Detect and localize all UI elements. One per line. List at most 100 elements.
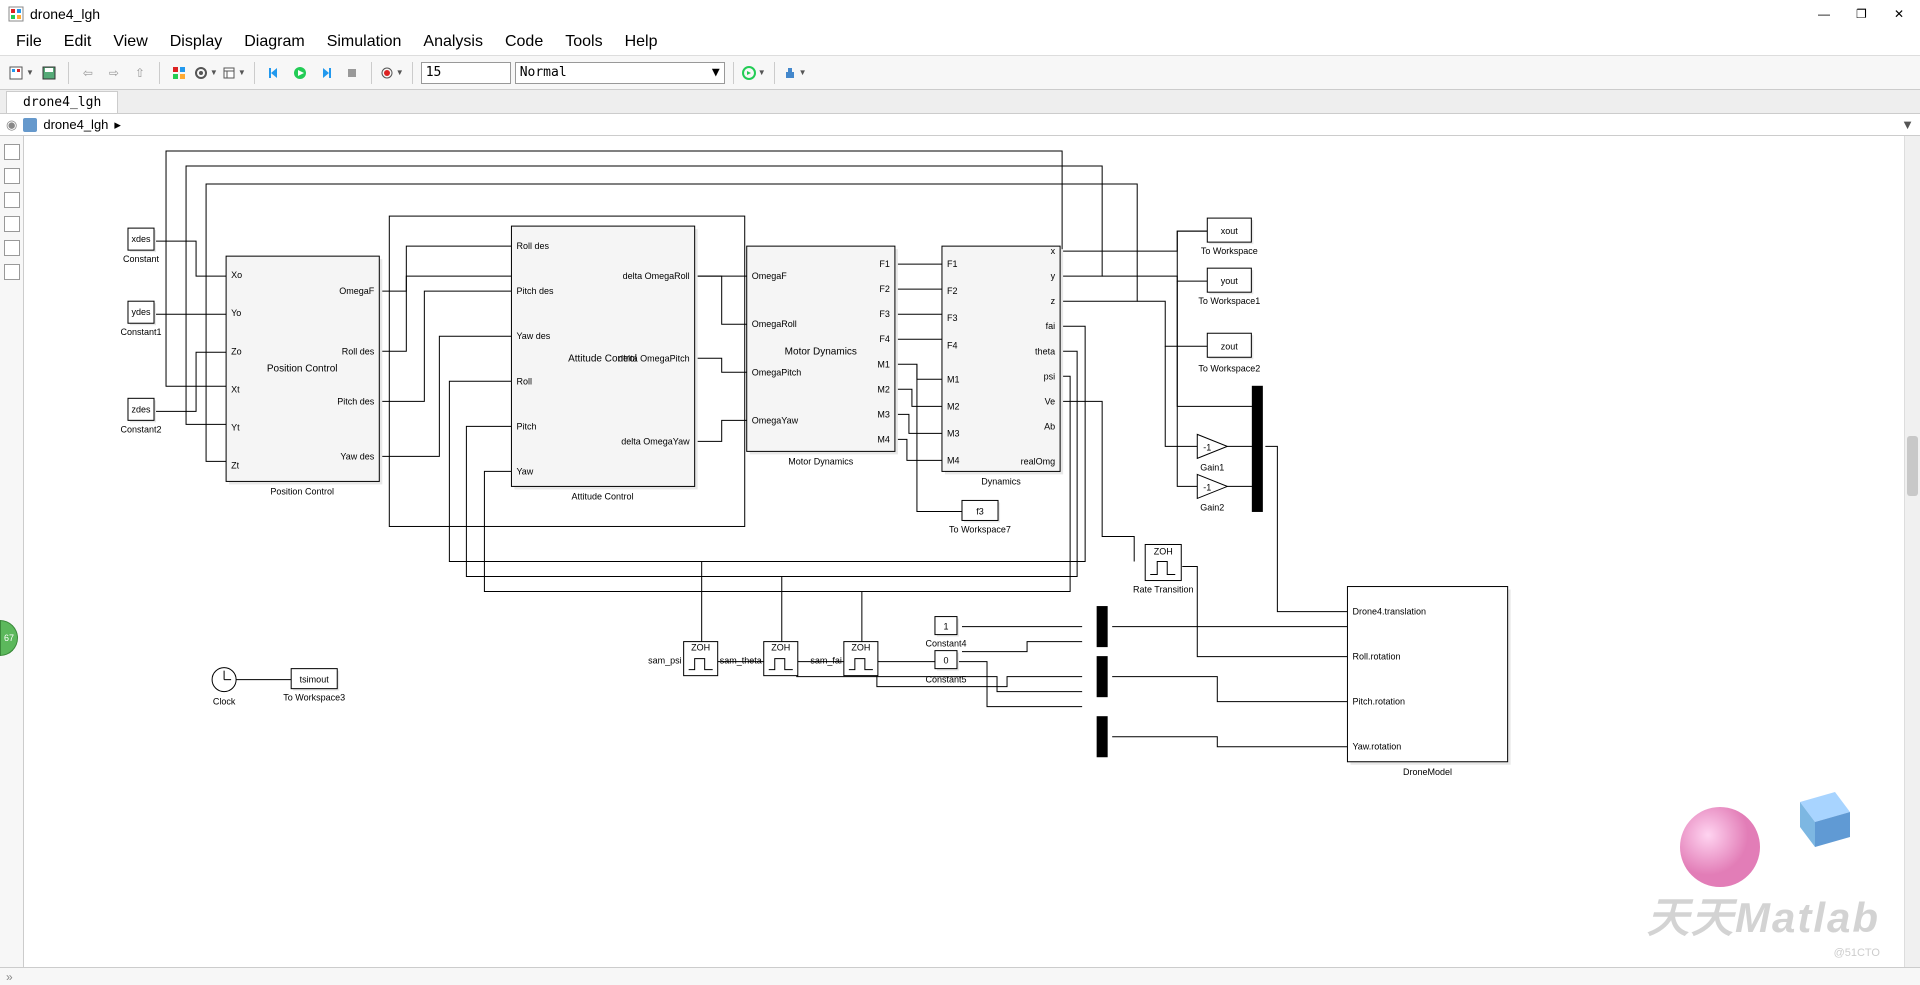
svg-text:F1: F1 xyxy=(879,259,890,269)
build-button[interactable]: ▼ xyxy=(783,66,807,80)
block-dronemodel[interactable]: Drone4.translation Roll.rotation Pitch.r… xyxy=(1347,587,1510,777)
svg-text:Pitch des: Pitch des xyxy=(337,396,375,406)
svg-text:M4: M4 xyxy=(877,434,890,444)
model-config-button[interactable]: ▼ xyxy=(194,66,218,80)
block-to-workspace-xout[interactable]: xout To Workspace xyxy=(1201,218,1258,256)
svg-text:OmegaPitch: OmegaPitch xyxy=(752,367,802,377)
svg-text:y: y xyxy=(1051,271,1056,281)
svg-text:0: 0 xyxy=(943,656,948,666)
svg-text:F2: F2 xyxy=(879,284,890,294)
palette-image-icon[interactable] xyxy=(4,240,20,256)
up-button[interactable]: ⇧ xyxy=(129,62,151,84)
save-button[interactable] xyxy=(38,62,60,84)
menu-view[interactable]: View xyxy=(103,31,157,53)
menu-file[interactable]: File xyxy=(6,31,52,53)
block-gain2[interactable]: -1 Gain2 xyxy=(1197,474,1227,512)
block-constant-xdes[interactable]: xdes Constant xyxy=(123,228,160,264)
stop-button[interactable] xyxy=(341,62,363,84)
block-clock[interactable]: Clock xyxy=(212,668,236,707)
menu-diagram[interactable]: Diagram xyxy=(234,31,314,53)
simulation-mode-select[interactable]: Normal▼ xyxy=(515,62,725,84)
svg-text:Gain1: Gain1 xyxy=(1200,462,1224,472)
block-mux-4[interactable] xyxy=(1097,717,1107,757)
model-icon xyxy=(23,118,37,132)
svg-text:sam_fai: sam_fai xyxy=(810,656,842,666)
run-button[interactable] xyxy=(289,62,311,84)
block-mux-3[interactable] xyxy=(1097,657,1107,697)
svg-text:To Workspace1: To Workspace1 xyxy=(1198,296,1260,306)
menu-edit[interactable]: Edit xyxy=(54,31,102,53)
svg-text:Pitch des: Pitch des xyxy=(516,286,554,296)
svg-text:Constant1: Constant1 xyxy=(120,327,161,337)
menu-tools[interactable]: Tools xyxy=(555,31,612,53)
block-sam-fai[interactable]: ZOH sam_fai xyxy=(810,642,878,676)
svg-text:To Workspace2: To Workspace2 xyxy=(1198,363,1260,373)
library-browser-button[interactable] xyxy=(168,62,190,84)
svg-text:Yaw: Yaw xyxy=(516,466,533,476)
block-constant-ydes[interactable]: ydes Constant1 xyxy=(120,301,161,337)
block-position-control[interactable]: Position Control Xo Yo Zo Xt Yt Zt Omega… xyxy=(226,256,382,496)
toolbar: ▼ ⇦ ⇨ ⇧ ▼ ▼ ▼ Normal▼ ▼ ▼ xyxy=(0,56,1920,90)
block-to-workspace-yout[interactable]: yout To Workspace1 xyxy=(1198,268,1260,306)
svg-text:xdes: xdes xyxy=(131,234,151,244)
hide-browser-button[interactable]: ◉ xyxy=(6,117,17,133)
svg-text:realOmg: realOmg xyxy=(1021,456,1056,466)
block-mux-2[interactable] xyxy=(1097,607,1107,647)
model-tab[interactable]: drone4_lgh xyxy=(6,91,118,113)
svg-text:DroneModel: DroneModel xyxy=(1403,767,1452,777)
expand-icon[interactable]: » xyxy=(6,970,13,984)
svg-text:M3: M3 xyxy=(947,428,960,438)
block-rate-transition[interactable]: ZOH Rate Transition xyxy=(1133,544,1194,594)
svg-text:ydes: ydes xyxy=(131,307,151,317)
menu-display[interactable]: Display xyxy=(160,31,232,53)
tool-palette xyxy=(0,136,24,967)
record-button[interactable]: ▼ xyxy=(380,66,404,80)
block-motor-dynamics[interactable]: Motor Dynamics OmegaF OmegaRoll OmegaPit… xyxy=(747,246,898,466)
svg-text:delta OmegaRoll: delta OmegaRoll xyxy=(623,271,690,281)
forward-button[interactable]: ⇨ xyxy=(103,62,125,84)
step-back-button[interactable] xyxy=(263,62,285,84)
svg-text:Attitude Control: Attitude Control xyxy=(572,491,634,501)
block-sam-psi[interactable]: ZOH sam_psi xyxy=(648,642,718,676)
tab-bar: drone4_lgh xyxy=(0,90,1920,114)
menu-code[interactable]: Code xyxy=(495,31,553,53)
palette-box-icon[interactable] xyxy=(4,264,20,280)
svg-text:M2: M2 xyxy=(877,384,890,394)
block-mux[interactable] xyxy=(1252,386,1262,511)
stop-time-input[interactable] xyxy=(421,62,511,84)
block-constant4[interactable]: 1 Constant4 xyxy=(925,617,966,649)
block-attitude-control[interactable]: Attitude Control Roll des Pitch des Yaw … xyxy=(511,226,697,501)
palette-signal-icon[interactable] xyxy=(4,192,20,208)
breadcrumb-dropdown[interactable]: ▼ xyxy=(1901,117,1914,132)
svg-text:F3: F3 xyxy=(947,313,958,323)
block-to-workspace-zout[interactable]: zout To Workspace2 xyxy=(1198,333,1260,373)
minimize-button[interactable]: — xyxy=(1818,7,1832,21)
breadcrumb-root[interactable]: drone4_lgh xyxy=(43,117,108,132)
fastrestart-button[interactable]: ▼ xyxy=(742,66,766,80)
vertical-scrollbar[interactable] xyxy=(1904,136,1920,967)
block-to-workspace-tsimout[interactable]: tsimout To Workspace3 xyxy=(283,669,345,703)
palette-zoom-icon[interactable] xyxy=(4,144,20,160)
menu-simulation[interactable]: Simulation xyxy=(317,31,412,53)
new-model-button[interactable]: ▼ xyxy=(8,65,34,81)
explorer-button[interactable]: ▼ xyxy=(222,66,246,80)
menu-help[interactable]: Help xyxy=(615,31,668,53)
block-sam-theta[interactable]: ZOH sam_theta xyxy=(720,642,798,676)
block-dynamics[interactable]: F1 F2 F3 F4 M1 M2 M3 M4 x y z fai theta … xyxy=(942,246,1063,486)
svg-text:Constant2: Constant2 xyxy=(120,424,161,434)
block-constant-zdes[interactable]: zdes Constant2 xyxy=(120,398,161,434)
svg-text:zout: zout xyxy=(1221,341,1239,351)
step-forward-button[interactable] xyxy=(315,62,337,84)
svg-text:Constant5: Constant5 xyxy=(925,675,966,685)
palette-fit-icon[interactable] xyxy=(4,168,20,184)
block-gain1[interactable]: -1 Gain1 xyxy=(1197,434,1227,472)
back-button[interactable]: ⇦ xyxy=(77,62,99,84)
block-to-workspace-f3[interactable]: f3 To Workspace7 xyxy=(949,500,1011,534)
maximize-button[interactable]: ❐ xyxy=(1856,7,1870,21)
block-constant5[interactable]: 0 Constant5 xyxy=(925,651,966,685)
status-bar: » xyxy=(0,967,1920,985)
model-canvas[interactable]: xdes Constant ydes Constant1 zdes Consta… xyxy=(24,136,1920,967)
menu-analysis[interactable]: Analysis xyxy=(413,31,493,53)
close-button[interactable]: ✕ xyxy=(1894,7,1908,21)
palette-annotate-icon[interactable] xyxy=(4,216,20,232)
